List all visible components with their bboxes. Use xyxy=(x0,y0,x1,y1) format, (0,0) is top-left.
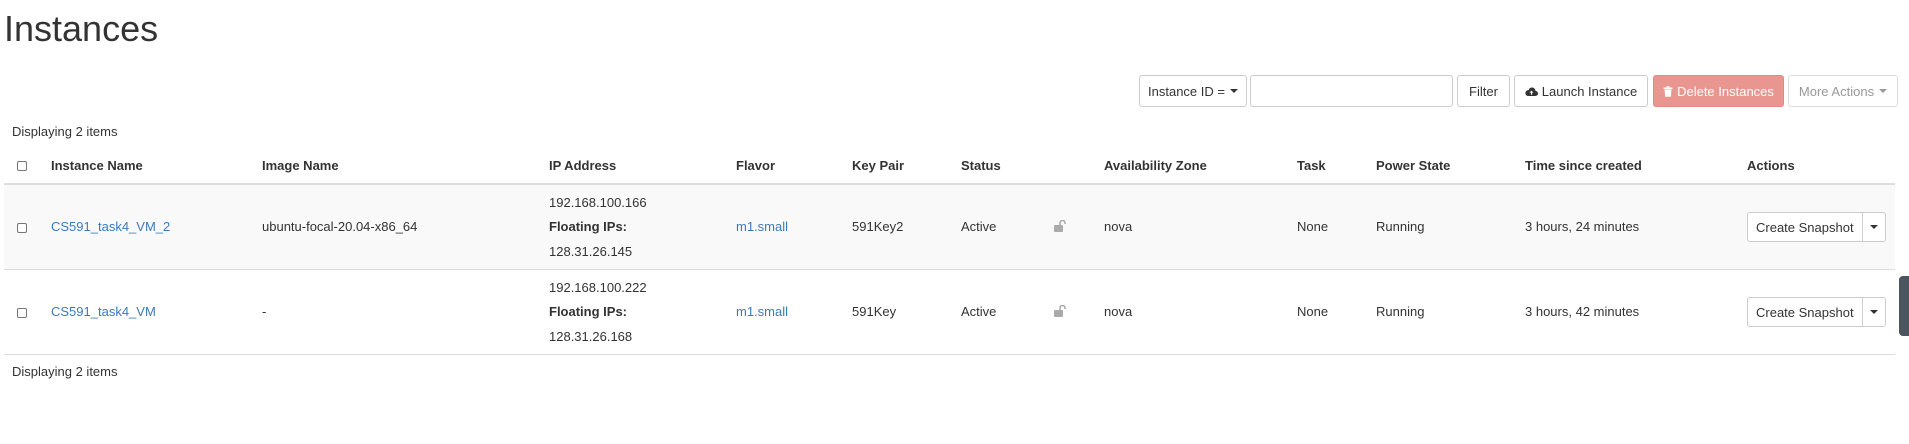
column-header-image-name[interactable]: Image Name xyxy=(262,158,339,173)
key-pair: 591Key xyxy=(852,304,897,319)
unlock-icon xyxy=(1054,220,1066,232)
delete-instances-label: Delete Instances xyxy=(1677,83,1774,99)
floating-ips-label: Floating IPs: xyxy=(549,219,627,234)
column-header-task[interactable]: Task xyxy=(1297,158,1326,173)
row-action-button-group: Create Snapshot xyxy=(1747,297,1886,327)
row-checkbox[interactable] xyxy=(17,223,27,233)
row-action-button-group: Create Snapshot xyxy=(1747,212,1886,242)
column-header-time-since-created[interactable]: Time since created xyxy=(1525,158,1642,173)
more-actions-button[interactable]: More Actions xyxy=(1788,75,1898,107)
caret-down-icon xyxy=(1879,89,1888,93)
flavor-link[interactable]: m1.small xyxy=(736,219,788,234)
power-state: Running xyxy=(1376,219,1425,234)
create-snapshot-button[interactable]: Create Snapshot xyxy=(1748,298,1863,326)
column-header-actions: Actions xyxy=(1747,158,1795,173)
time-since-created: 3 hours, 42 minutes xyxy=(1525,304,1640,319)
availability-zone: nova xyxy=(1104,304,1133,319)
caret-down-icon xyxy=(1869,225,1878,229)
column-header-power-state[interactable]: Power State xyxy=(1376,158,1450,173)
column-header-flavor[interactable]: Flavor xyxy=(736,158,775,173)
availability-zone: nova xyxy=(1104,219,1133,234)
floating-ips-label: Floating IPs: xyxy=(549,304,627,319)
delete-instances-button[interactable]: Delete Instances xyxy=(1653,75,1784,107)
key-pair: 591Key2 xyxy=(852,219,904,234)
launch-instance-button[interactable]: Launch Instance xyxy=(1514,75,1648,107)
power-state: Running xyxy=(1376,304,1425,319)
launch-instance-label: Launch Instance xyxy=(1541,83,1638,99)
instance-name-link[interactable]: CS591_task4_VM xyxy=(51,304,156,319)
side-panel-handle[interactable] xyxy=(1899,276,1909,336)
search-input[interactable] xyxy=(1250,75,1453,107)
instance-name-link[interactable]: CS591_task4_VM_2 xyxy=(51,219,170,234)
flavor-link[interactable]: m1.small xyxy=(736,304,788,319)
column-header-instance-name[interactable]: Instance Name xyxy=(51,158,143,173)
row-actions-dropdown-toggle[interactable] xyxy=(1863,298,1885,326)
ip-address: 192.168.100.166 xyxy=(549,195,647,210)
column-header-ip-address[interactable]: IP Address xyxy=(549,158,616,173)
status: Active xyxy=(961,219,997,234)
more-actions-label: More Actions xyxy=(1798,83,1875,99)
status: Active xyxy=(961,304,997,319)
time-since-created: 3 hours, 24 minutes xyxy=(1525,219,1640,234)
item-count-bottom: Displaying 2 items xyxy=(12,364,118,379)
floating-ip: 128.31.26.145 xyxy=(549,244,633,259)
ip-address: 192.168.100.222 xyxy=(549,280,647,295)
trash-icon xyxy=(1663,85,1673,97)
unlock-icon xyxy=(1054,305,1066,317)
filter-button-label: Filter xyxy=(1469,83,1498,99)
page-title: Instances xyxy=(4,8,159,49)
cloud-upload-icon xyxy=(1525,87,1538,96)
filter-field-label: Instance ID = xyxy=(1148,83,1225,99)
caret-down-icon xyxy=(1869,310,1878,314)
task: None xyxy=(1297,304,1329,319)
row-checkbox[interactable] xyxy=(17,308,27,318)
image-name: ubuntu-focal-20.04-x86_64 xyxy=(262,219,418,234)
filter-button[interactable]: Filter xyxy=(1457,75,1510,107)
item-count-top: Displaying 2 items xyxy=(12,124,118,139)
filter-field-dropdown[interactable]: Instance ID = xyxy=(1139,75,1247,107)
create-snapshot-button[interactable]: Create Snapshot xyxy=(1748,213,1863,241)
column-header-key-pair[interactable]: Key Pair xyxy=(852,158,904,173)
select-all-checkbox[interactable] xyxy=(17,161,27,171)
caret-down-icon xyxy=(1229,89,1238,93)
row-divider xyxy=(4,354,1895,355)
task: None xyxy=(1297,219,1329,234)
image-name: - xyxy=(262,304,267,319)
column-header-status[interactable]: Status xyxy=(961,158,1001,173)
floating-ip: 128.31.26.168 xyxy=(549,329,633,344)
row-divider xyxy=(4,269,1895,270)
column-header-availability-zone[interactable]: Availability Zone xyxy=(1104,158,1207,173)
row-actions-dropdown-toggle[interactable] xyxy=(1863,213,1885,241)
